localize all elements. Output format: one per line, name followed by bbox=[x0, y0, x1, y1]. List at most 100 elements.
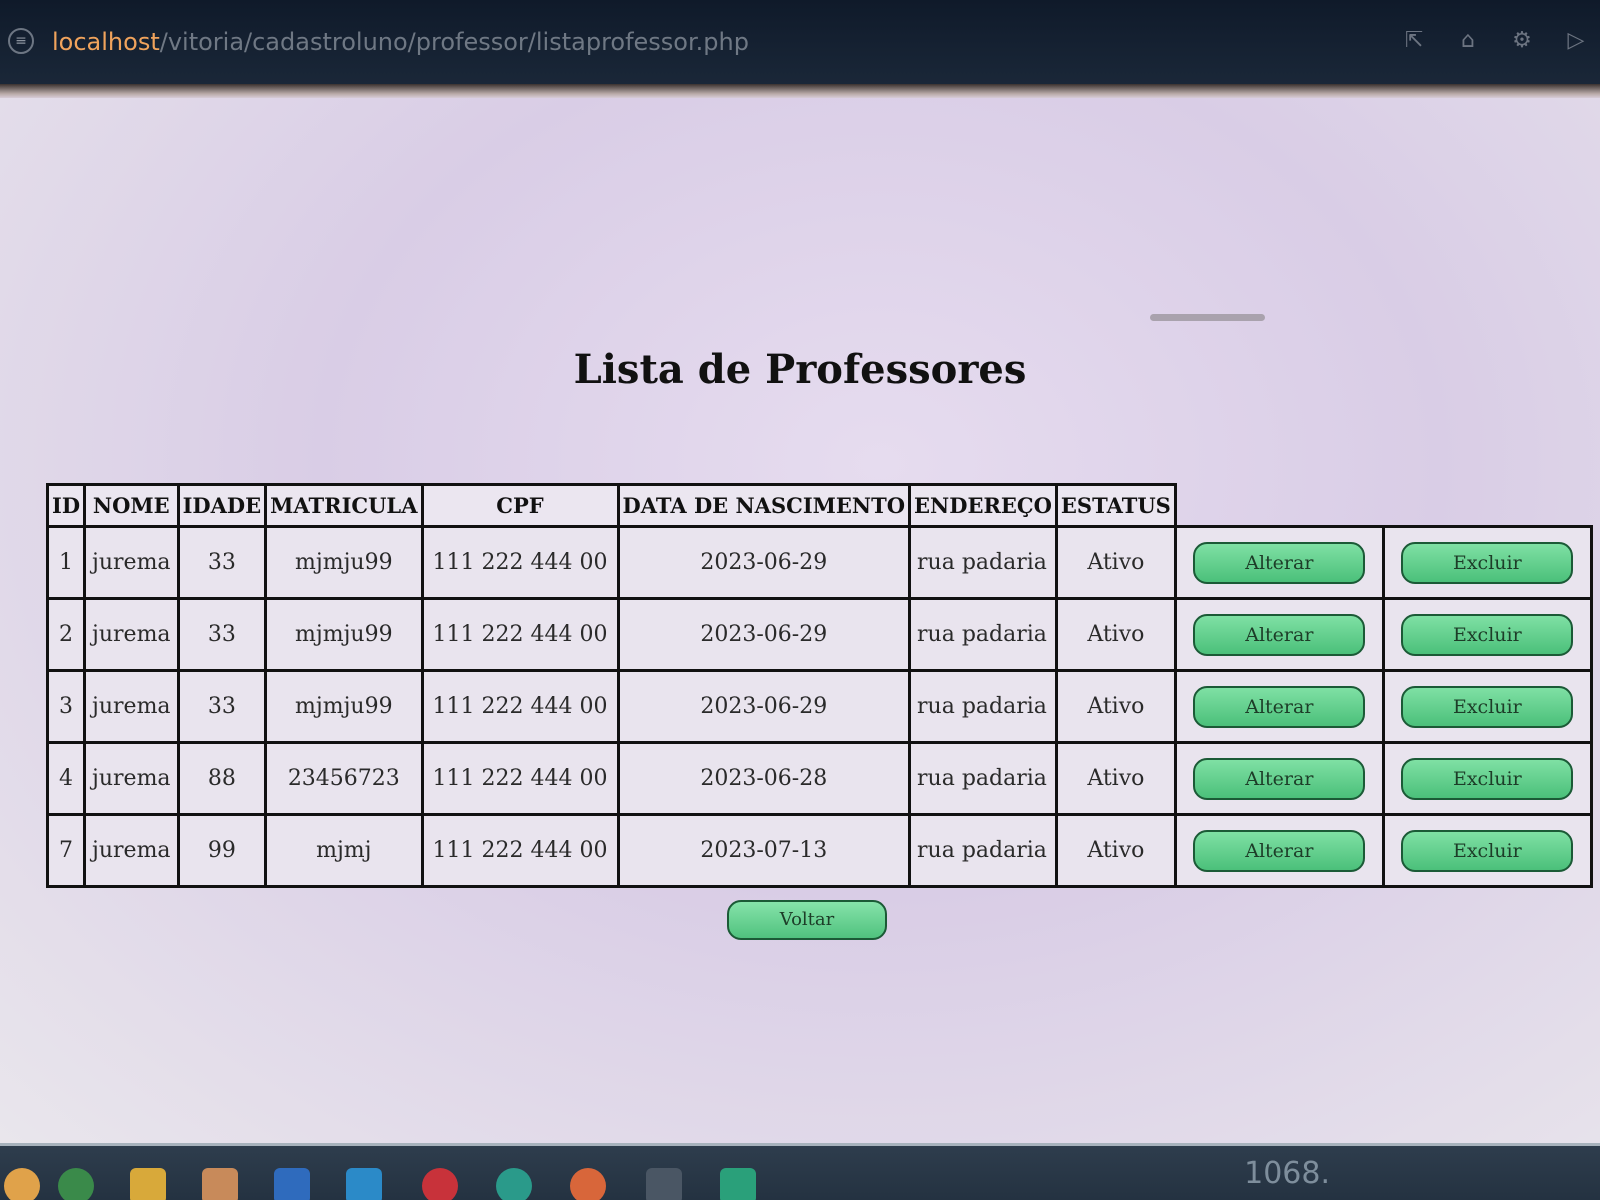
header-nome: NOME bbox=[83, 483, 180, 528]
cell-idade: 33 bbox=[176, 597, 268, 672]
alterar-button[interactable]: Alterar bbox=[1193, 829, 1366, 872]
faint-smudge bbox=[1150, 314, 1265, 321]
cell-endereco: rua padaria bbox=[908, 741, 1058, 816]
url-host: localhost bbox=[52, 28, 160, 56]
browser-address-bar: ≡ localhost/vitoria/cadastroluno/profess… bbox=[0, 0, 1600, 84]
excluir-button[interactable]: Excluir bbox=[1401, 685, 1574, 728]
cell-id: 3 bbox=[45, 669, 87, 744]
cell-endereco: rua padaria bbox=[908, 597, 1058, 672]
header-blank bbox=[1175, 485, 1383, 527]
excluir-button[interactable]: Excluir bbox=[1401, 757, 1574, 800]
file-explorer-icon[interactable] bbox=[130, 1168, 166, 1200]
opera-icon[interactable] bbox=[422, 1168, 458, 1200]
table-row: 3 jurema 33 mjmju99 111 222 444 00 2023-… bbox=[45, 669, 1593, 744]
cell-alterar: Alterar bbox=[1173, 741, 1385, 816]
header-blank bbox=[1383, 485, 1591, 527]
header-estatus: ESTATUS bbox=[1054, 483, 1177, 528]
professors-table: ID NOME IDADE MATRICULA CPF DATA DE NASC… bbox=[45, 483, 1593, 888]
cell-matricula: mjmj bbox=[264, 813, 424, 888]
cell-nome: jurema bbox=[83, 741, 180, 816]
cell-matricula: mjmju99 bbox=[264, 669, 424, 744]
url-field[interactable]: localhost/vitoria/cadastroluno/professor… bbox=[52, 22, 749, 62]
cell-endereco: rua padaria bbox=[908, 525, 1058, 600]
share-icon[interactable]: ⇱ bbox=[1400, 26, 1428, 54]
cell-nome: jurema bbox=[83, 597, 180, 672]
table-row: 1 jurema 33 mjmju99 111 222 444 00 2023-… bbox=[45, 525, 1593, 600]
install-app-icon[interactable]: ⌂ bbox=[1454, 26, 1482, 54]
terminal-icon[interactable] bbox=[646, 1168, 682, 1200]
word-icon[interactable] bbox=[274, 1168, 310, 1200]
cell-nascimento: 2023-06-29 bbox=[616, 525, 912, 600]
cell-excluir: Excluir bbox=[1381, 597, 1593, 672]
app-icon[interactable] bbox=[720, 1168, 756, 1200]
table-header-row: ID NOME IDADE MATRICULA CPF DATA DE NASC… bbox=[45, 483, 1592, 528]
header-matricula: MATRICULA bbox=[264, 483, 424, 528]
header-idade: IDADE bbox=[176, 483, 268, 528]
cell-cpf: 111 222 444 00 bbox=[420, 525, 620, 600]
excluir-button[interactable]: Excluir bbox=[1401, 613, 1574, 656]
cell-alterar: Alterar bbox=[1173, 525, 1385, 600]
cell-idade: 33 bbox=[176, 525, 268, 600]
cell-endereco: rua padaria bbox=[908, 813, 1058, 888]
store-icon[interactable] bbox=[202, 1168, 238, 1200]
reading-mode-icon[interactable]: ▷ bbox=[1562, 26, 1590, 54]
header-id: ID bbox=[45, 483, 87, 528]
cell-status: Ativo bbox=[1054, 597, 1177, 672]
cell-cpf: 111 222 444 00 bbox=[420, 813, 620, 888]
cell-status: Ativo bbox=[1054, 525, 1177, 600]
cell-nome: jurema bbox=[83, 813, 180, 888]
cell-matricula: mjmju99 bbox=[264, 597, 424, 672]
cell-nascimento: 2023-07-13 bbox=[616, 813, 912, 888]
cell-cpf: 111 222 444 00 bbox=[420, 597, 620, 672]
table-row: 2 jurema 33 mjmju99 111 222 444 00 2023-… bbox=[45, 597, 1593, 672]
table-row: 4 jurema 88 23456723 111 222 444 00 2023… bbox=[45, 741, 1593, 816]
start-icon[interactable] bbox=[4, 1168, 40, 1200]
cell-alterar: Alterar bbox=[1173, 597, 1385, 672]
url-path: /vitoria/cadastroluno/professor/listapro… bbox=[159, 28, 749, 56]
cell-nascimento: 2023-06-28 bbox=[616, 741, 912, 816]
browser-toolbar-icons: ⇱ ⌂ ⚙ ▷ bbox=[1400, 20, 1600, 60]
alterar-button[interactable]: Alterar bbox=[1193, 757, 1366, 800]
cell-nascimento: 2023-06-29 bbox=[616, 597, 912, 672]
cell-id: 4 bbox=[45, 741, 87, 816]
excluir-button[interactable]: Excluir bbox=[1401, 829, 1574, 872]
alterar-button[interactable]: Alterar bbox=[1193, 613, 1366, 656]
edge-icon[interactable] bbox=[496, 1168, 532, 1200]
header-cpf: CPF bbox=[420, 483, 620, 528]
site-info-icon[interactable]: ≡ bbox=[8, 28, 34, 54]
cell-endereco: rua padaria bbox=[908, 669, 1058, 744]
cell-cpf: 111 222 444 00 bbox=[420, 669, 620, 744]
cell-status: Ativo bbox=[1054, 669, 1177, 744]
voltar-button[interactable]: Voltar bbox=[727, 900, 887, 940]
extension-icon[interactable]: ⚙ bbox=[1508, 26, 1536, 54]
chrome-icon[interactable] bbox=[58, 1168, 94, 1200]
cell-idade: 33 bbox=[176, 669, 268, 744]
cell-id: 2 bbox=[45, 597, 87, 672]
header-data-nascimento: DATA DE NASCIMENTO bbox=[616, 483, 912, 528]
cell-matricula: mjmju99 bbox=[264, 525, 424, 600]
cell-cpf: 111 222 444 00 bbox=[420, 741, 620, 816]
cell-nome: jurema bbox=[83, 669, 180, 744]
cell-excluir: Excluir bbox=[1381, 669, 1593, 744]
taskbar-clock: 1068. bbox=[1244, 1156, 1330, 1191]
excluir-button[interactable]: Excluir bbox=[1401, 541, 1574, 584]
cell-id: 7 bbox=[45, 813, 87, 888]
header-endereco: ENDEREÇO bbox=[908, 483, 1058, 528]
cell-id: 1 bbox=[45, 525, 87, 600]
cell-nome: jurema bbox=[83, 525, 180, 600]
cell-status: Ativo bbox=[1054, 813, 1177, 888]
browser-edge bbox=[0, 84, 1600, 98]
cell-status: Ativo bbox=[1054, 741, 1177, 816]
vscode-icon[interactable] bbox=[346, 1168, 382, 1200]
cell-matricula: 23456723 bbox=[264, 741, 424, 816]
cell-idade: 88 bbox=[176, 741, 268, 816]
page-content: Lista de Professores ID NOME IDADE MATRI… bbox=[0, 98, 1600, 1143]
cell-alterar: Alterar bbox=[1173, 813, 1385, 888]
cell-excluir: Excluir bbox=[1381, 813, 1593, 888]
alterar-button[interactable]: Alterar bbox=[1193, 541, 1366, 584]
windows-taskbar: 1068. bbox=[0, 1143, 1600, 1200]
cell-excluir: Excluir bbox=[1381, 525, 1593, 600]
cell-excluir: Excluir bbox=[1381, 741, 1593, 816]
browser-icon[interactable] bbox=[570, 1168, 606, 1200]
alterar-button[interactable]: Alterar bbox=[1193, 685, 1366, 728]
